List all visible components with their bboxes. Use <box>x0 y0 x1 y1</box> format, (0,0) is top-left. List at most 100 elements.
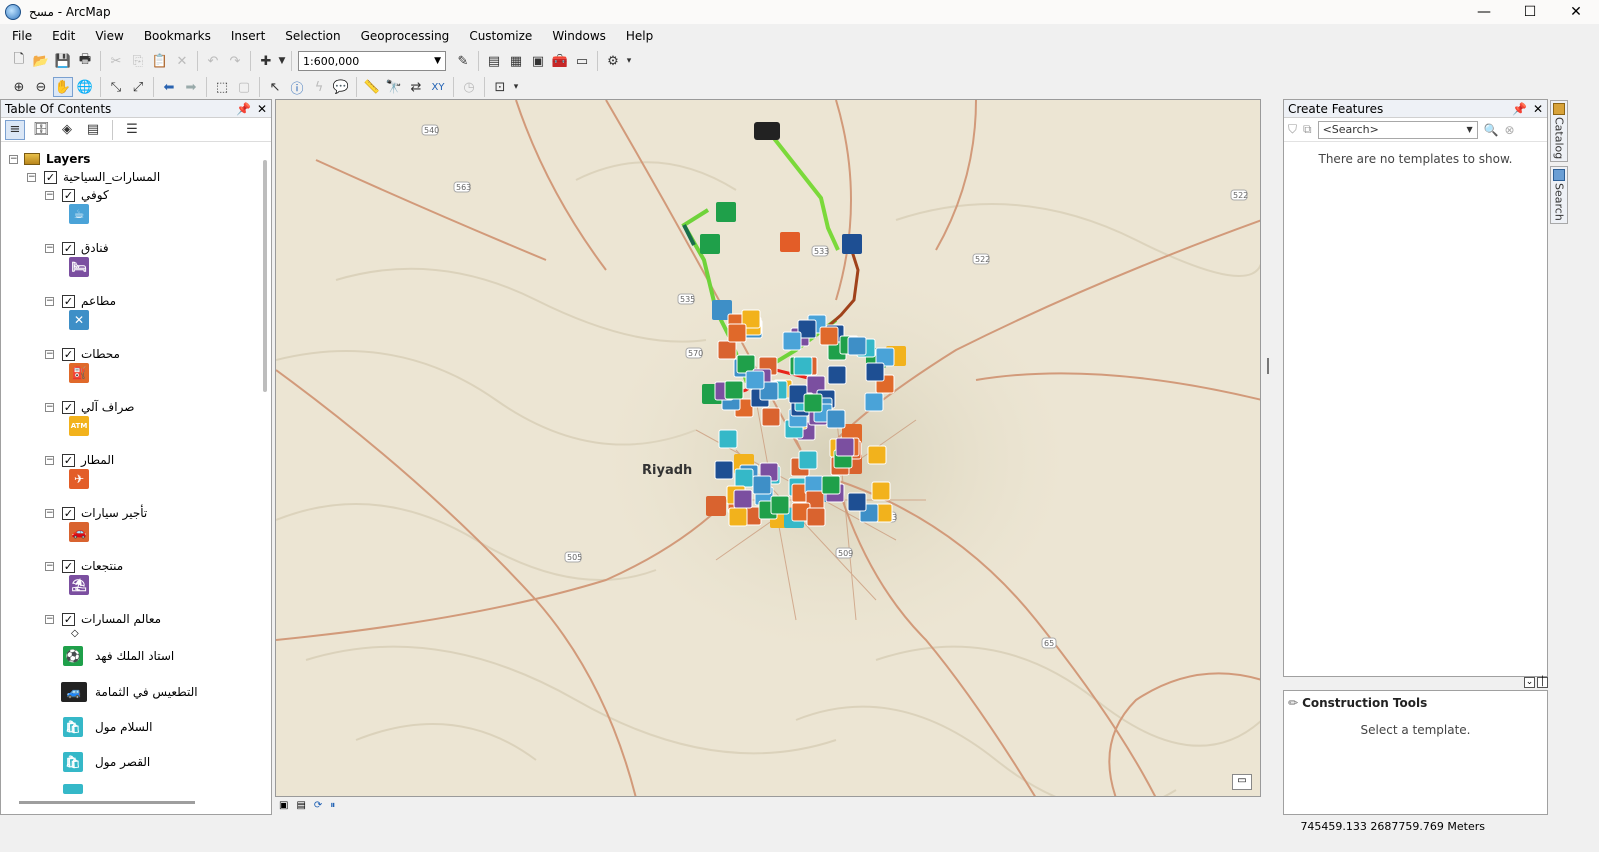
catalog-window-icon[interactable]: ▦ <box>506 51 526 71</box>
create-viewer-window-icon[interactable]: ⊡ <box>490 77 510 97</box>
layout-view-icon[interactable]: ▤ <box>296 800 305 811</box>
pause-drawing-icon[interactable]: ⏸ <box>330 800 335 811</box>
search-tab[interactable]: Search <box>1550 166 1568 225</box>
symbol-restaurants[interactable]: ✕ <box>69 310 89 330</box>
landmark-thumamah[interactable]: 🚙 التطعيس في الثمامة <box>61 682 198 702</box>
maximize-button[interactable]: ☐ <box>1507 0 1553 24</box>
poi-marker[interactable] <box>782 331 802 351</box>
model-builder-icon[interactable]: ⚙ <box>603 51 623 71</box>
poi-marker[interactable] <box>847 336 867 356</box>
poi-marker[interactable] <box>728 507 748 527</box>
search-icon[interactable]: 🔍 <box>1484 123 1499 137</box>
minimize-button[interactable]: — <box>1461 0 1507 24</box>
save-icon[interactable]: 💾 <box>53 51 73 71</box>
symbol-hotels[interactable]: 🛏 <box>69 257 89 277</box>
collapse-icon[interactable]: − <box>45 561 54 571</box>
poi-marker[interactable] <box>770 495 790 515</box>
collapse-icon[interactable]: − <box>45 349 54 359</box>
template-search-input[interactable]: <Search> ▼ <box>1317 120 1478 139</box>
collapse-icon[interactable]: − <box>45 614 54 624</box>
poi-marker[interactable] <box>867 445 887 465</box>
collapse-icon[interactable]: − <box>27 172 36 182</box>
layer-car-rental[interactable]: − ✓ تأجير سيارات <box>45 506 147 520</box>
layer-checkbox[interactable]: ✓ <box>62 400 75 414</box>
search-window-icon[interactable]: ▣ <box>528 51 548 71</box>
close-button[interactable]: ✕ <box>1553 0 1599 24</box>
poi-marker[interactable] <box>734 468 754 488</box>
list-by-selection-icon[interactable]: ▤ <box>83 120 103 140</box>
collapse-icon[interactable]: ⌄ <box>1524 677 1535 688</box>
layer-checkbox[interactable]: ✓ <box>62 506 75 520</box>
layer-restaurants[interactable]: − ✓ مطاعم <box>45 294 116 308</box>
list-by-visibility-icon[interactable]: ◈ <box>57 120 77 140</box>
list-by-source-icon[interactable]: 🗄 <box>31 120 51 140</box>
poi-marker[interactable] <box>827 365 847 385</box>
menu-insert[interactable]: Insert <box>219 29 273 43</box>
layer-hotels[interactable]: − ✓ فنادق <box>45 241 109 255</box>
catalog-tab[interactable]: Catalog <box>1550 100 1568 163</box>
back-extent-icon[interactable]: ⬅ <box>159 77 179 97</box>
panel-splitter[interactable] <box>1267 358 1269 374</box>
landmark-stadium[interactable]: ⚽ استاد الملك فهد <box>63 646 174 666</box>
running-icon[interactable] <box>700 234 720 254</box>
data-view-icon[interactable]: ▣ <box>279 800 288 811</box>
zoom-out-icon[interactable]: ⊖ <box>31 77 51 97</box>
layer-stations[interactable]: − ✓ محطات <box>45 347 120 361</box>
globe-icon[interactable]: 🌐 <box>75 77 95 97</box>
map-display[interactable]: 540 563 535 570 533 522 522 505 509 513 … <box>275 99 1261 797</box>
collapse-icon[interactable]: − <box>9 154 18 164</box>
toolbar-options-icon[interactable]: ▾ <box>625 51 633 71</box>
toolbar-options-icon-2[interactable]: ▾ <box>512 77 520 97</box>
poi-marker[interactable] <box>864 392 884 412</box>
poi-marker[interactable] <box>761 407 781 427</box>
html-popup-icon[interactable]: 💬 <box>331 77 351 97</box>
symbol-stations[interactable]: ⛽ <box>69 363 89 383</box>
find-route-icon[interactable]: ⇄ <box>406 77 426 97</box>
table-of-contents-icon[interactable]: ▤ <box>484 51 504 71</box>
menu-customize[interactable]: Customize <box>457 29 540 43</box>
layer-checkbox[interactable]: ✓ <box>62 188 75 202</box>
find-icon[interactable]: 🔭 <box>384 77 404 97</box>
pin-icon[interactable]: 📌 <box>236 102 251 116</box>
poi-marker[interactable] <box>871 481 891 501</box>
add-data-dropdown-icon[interactable]: ▼ <box>278 51 286 71</box>
redo-icon[interactable]: ↷ <box>225 51 245 71</box>
menu-windows[interactable]: Windows <box>540 29 614 43</box>
poi-marker[interactable] <box>718 429 738 449</box>
open-folder-icon[interactable]: 📂 <box>31 51 51 71</box>
fixed-zoom-out-icon[interactable]: ⤢ <box>128 77 148 97</box>
toc-vertical-scrollbar[interactable] <box>263 160 267 392</box>
cut-icon[interactable]: ✂ <box>106 51 126 71</box>
layer-coffee[interactable]: − ✓ كوفي <box>45 188 109 202</box>
poi-marker[interactable] <box>714 460 734 480</box>
go-to-xy-icon[interactable]: XY <box>428 77 448 97</box>
measure-icon[interactable]: 📏 <box>362 77 382 97</box>
poi-marker[interactable] <box>736 354 756 374</box>
new-document-icon[interactable]: 🗋 <box>9 51 29 71</box>
identify-icon[interactable]: ⓘ <box>287 77 307 97</box>
zoom-in-icon[interactable]: ⊕ <box>9 77 29 97</box>
delete-icon[interactable]: ✕ <box>172 51 192 71</box>
poi-marker[interactable] <box>752 475 772 495</box>
layers-root[interactable]: − Layers <box>9 152 90 166</box>
menu-geoprocessing[interactable]: Geoprocessing <box>349 29 458 43</box>
toc-options-icon[interactable]: ☰ <box>122 120 142 140</box>
poi-marker[interactable] <box>821 475 841 495</box>
layer-checkbox[interactable]: ✓ <box>44 170 57 184</box>
airplane-icon[interactable] <box>780 232 800 252</box>
layer-atm[interactable]: − ✓ صراف آلي <box>45 400 134 414</box>
poi-marker[interactable] <box>806 507 826 527</box>
create-features-close-icon[interactable]: ✕ <box>1533 102 1543 116</box>
basemap[interactable]: 540 563 535 570 533 522 522 505 509 513 … <box>276 100 1261 797</box>
hyperlink-icon[interactable]: ϟ <box>309 77 329 97</box>
time-slider-icon[interactable]: ◷ <box>459 77 479 97</box>
layer-checkbox[interactable]: ✓ <box>62 559 75 573</box>
menu-edit[interactable]: Edit <box>40 29 83 43</box>
layer-resorts[interactable]: − ✓ منتجعات <box>45 559 123 573</box>
expand-icon[interactable]: │ <box>1537 677 1548 688</box>
forward-extent-icon[interactable]: ➡ <box>181 77 201 97</box>
poi-marker[interactable] <box>819 326 839 346</box>
list-by-drawing-order-icon[interactable]: ≡ <box>5 119 25 140</box>
group-layer[interactable]: − ✓ المسارات_السياحية <box>27 170 160 184</box>
fixed-zoom-in-icon[interactable]: ⤡ <box>106 77 126 97</box>
